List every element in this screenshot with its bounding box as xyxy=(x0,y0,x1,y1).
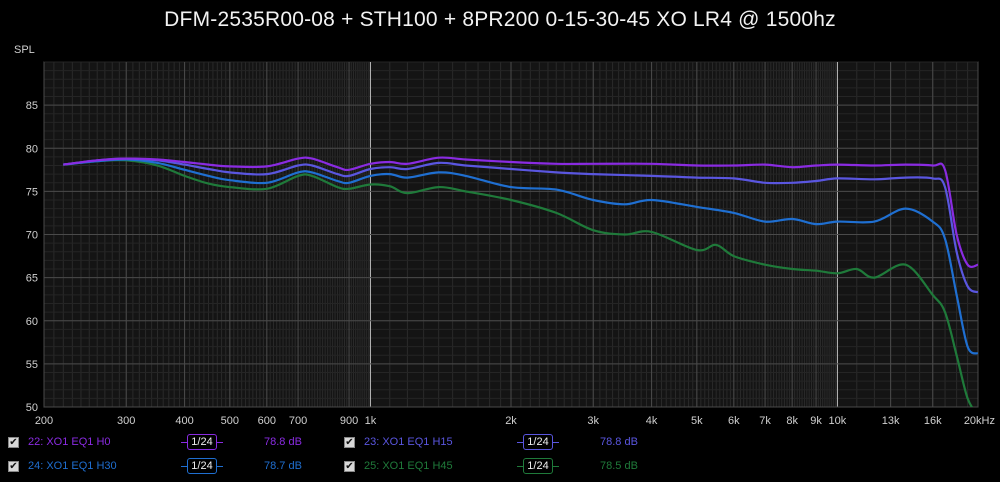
y-tick-label: 70 xyxy=(26,230,38,242)
legend-line-swatch xyxy=(217,442,223,443)
y-tick-label: 65 xyxy=(26,273,38,285)
legend-line-swatch xyxy=(217,466,223,467)
y-tick-label: 60 xyxy=(26,316,38,328)
legend-series-value: 78.8 dB xyxy=(264,436,302,448)
legend-line-swatch xyxy=(553,466,559,467)
y-tick-label: 85 xyxy=(26,100,38,112)
x-tick-label: 5k xyxy=(691,415,703,427)
frequency-response-plot: SPL 200 300 400 500 600 700 900 1k 2k 3k 4k 5k 6k 7k 8… xyxy=(14,44,995,427)
legend-series-value: 78.8 dB xyxy=(600,436,638,448)
series-visibility-checkbox[interactable]: ✔ xyxy=(8,461,19,472)
x-tick-label: 700 xyxy=(289,415,307,427)
x-tick-label: 400 xyxy=(175,415,193,427)
series-visibility-checkbox[interactable]: ✔ xyxy=(344,461,355,472)
x-tick-label: 500 xyxy=(221,415,239,427)
x-tick-label: 7k xyxy=(759,415,771,427)
x-tick-label: 300 xyxy=(117,415,135,427)
legend-series-name[interactable]: 23: XO1 EQ1 H15 xyxy=(364,436,453,448)
x-tick-label: 3k xyxy=(587,415,599,427)
x-tick-label: 13k xyxy=(882,415,900,427)
x-tick-label: 6k xyxy=(728,415,740,427)
legend-series-name[interactable]: 25: XO1 EQ1 H45 xyxy=(364,460,453,472)
y-tick-label: 50 xyxy=(26,402,38,414)
x-tick-label: 2k xyxy=(505,415,517,427)
legend-series-name[interactable]: 24: XO1 EQ1 H30 xyxy=(28,460,117,472)
y-tick-label: 75 xyxy=(26,186,38,198)
smoothing-button[interactable]: 1/24 xyxy=(523,434,553,450)
x-tick-label: 16k xyxy=(924,415,942,427)
series-visibility-checkbox[interactable]: ✔ xyxy=(8,437,19,448)
x-tick-label: 4k xyxy=(646,415,658,427)
y-tick-label: 55 xyxy=(26,359,38,371)
x-tick-label: 10k xyxy=(829,415,847,427)
y-tick-label: 80 xyxy=(26,143,38,155)
grid xyxy=(43,61,979,408)
x-tick-label: 600 xyxy=(258,415,276,427)
legend-series-value: 78.5 dB xyxy=(600,460,638,472)
x-tick-label: 9k xyxy=(810,415,822,427)
x-tick-label: 200 xyxy=(35,415,53,427)
legend-series-name[interactable]: 22: XO1 EQ1 H0 xyxy=(28,436,111,448)
smoothing-button[interactable]: 1/24 xyxy=(187,458,217,474)
x-tick-label: 20kHz xyxy=(964,415,995,427)
legend-row: ✔ 22: XO1 EQ1 H0 1/24 78.8 dB ✔ 23: XO1 EQ1 H… xyxy=(0,434,1000,454)
legend-series-value: 78.7 dB xyxy=(264,460,302,472)
legend-row: ✔ 24: XO1 EQ1 H30 1/24 78.7 dB ✔ 25: XO1 EQ1 … xyxy=(0,458,1000,478)
x-tick-label: 900 xyxy=(340,415,358,427)
smoothing-button[interactable]: 1/24 xyxy=(187,434,217,450)
y-axis-label: SPL xyxy=(14,44,35,56)
x-tick-label: 8k xyxy=(786,415,798,427)
smoothing-button[interactable]: 1/24 xyxy=(523,458,553,474)
x-tick-label: 1k xyxy=(365,415,377,427)
legend-line-swatch xyxy=(553,442,559,443)
series-visibility-checkbox[interactable]: ✔ xyxy=(344,437,355,448)
